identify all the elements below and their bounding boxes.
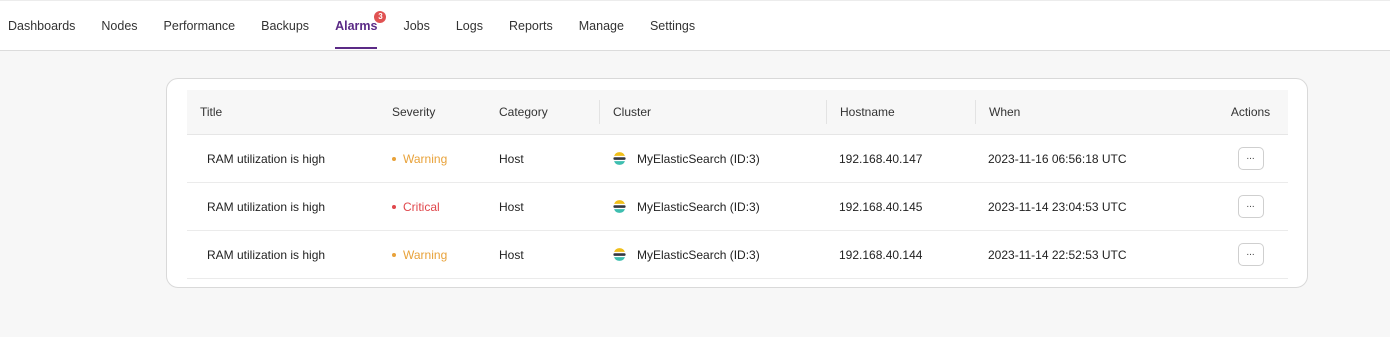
when-cell: 2023-11-16 06:56:18 UTC <box>988 151 1127 166</box>
table-row[interactable]: RAM utilization is high Critical Host My… <box>187 183 1288 231</box>
more-actions-button[interactable]: ... <box>1237 243 1264 266</box>
actions-cell: ... <box>1213 147 1288 170</box>
tab-logs[interactable]: Logs <box>456 1 483 51</box>
when-cell: 2023-11-14 23:04:53 UTC <box>988 199 1127 214</box>
tab-label: Jobs <box>403 19 430 33</box>
severity-label: Warning <box>403 247 448 262</box>
tab-label: Settings <box>649 19 696 33</box>
cluster-cell: MyElasticSearch (ID:3) <box>599 147 826 171</box>
cluster-name[interactable]: MyElasticSearch (ID:3) <box>637 200 760 214</box>
severity-dot-icon <box>392 156 396 161</box>
tab-label: Logs <box>455 19 483 33</box>
alarm-title: RAM utilization is high <box>207 247 326 262</box>
elasticsearch-icon <box>613 152 626 165</box>
header-when[interactable]: When <box>975 100 1213 124</box>
severity-dot-icon <box>392 252 396 257</box>
table-row[interactable]: RAM utilization is high Warning Host MyE… <box>187 231 1288 279</box>
tab-alarms[interactable]: Alarms 3 <box>335 1 387 51</box>
cluster-name[interactable]: MyElasticSearch (ID:3) <box>637 248 760 262</box>
header-hostname[interactable]: Hostname <box>826 100 975 124</box>
cluster-name[interactable]: MyElasticSearch (ID:3) <box>637 152 760 166</box>
alarms-card: Title Severity Category Cluster Hostname… <box>166 78 1308 288</box>
header-cluster[interactable]: Cluster <box>599 100 826 124</box>
when-cell: 2023-11-14 22:52:53 UTC <box>988 247 1127 262</box>
header-actions: Actions <box>1230 105 1271 119</box>
tab-manage[interactable]: Manage <box>579 1 624 51</box>
tab-label: Alarms <box>335 19 378 33</box>
cluster-cell: MyElasticSearch (ID:3) <box>599 243 826 267</box>
more-actions-button[interactable]: ... <box>1237 147 1264 170</box>
alarm-title: RAM utilization is high <box>207 199 326 214</box>
elasticsearch-icon <box>613 248 626 261</box>
severity-cell: Warning <box>392 152 499 166</box>
category-cell: Host <box>499 151 524 166</box>
tab-label: Manage <box>578 19 624 33</box>
tab-nodes[interactable]: Nodes <box>101 1 137 51</box>
nav-tabs: Dashboards Nodes Performance Backups Ala… <box>8 1 721 51</box>
tab-label: Backups <box>261 19 310 33</box>
severity-label: Critical <box>403 199 440 214</box>
header-title[interactable]: Title <box>187 105 392 119</box>
alarm-count-badge: 3 <box>374 11 387 23</box>
more-actions-button[interactable]: ... <box>1237 195 1264 218</box>
table-row[interactable]: RAM utilization is high Warning Host MyE… <box>187 135 1288 183</box>
cluster-cell: MyElasticSearch (ID:3) <box>599 195 826 219</box>
severity-dot-icon <box>392 204 396 209</box>
actions-cell: ... <box>1213 195 1288 218</box>
severity-label: Warning <box>403 151 448 166</box>
actions-cell: ... <box>1213 243 1288 266</box>
hostname-cell: 192.168.40.147 <box>839 151 923 166</box>
hostname-cell: 192.168.40.144 <box>839 247 923 262</box>
tab-label: Reports <box>508 19 553 33</box>
tab-backups[interactable]: Backups <box>261 1 309 51</box>
tab-label: Dashboards <box>8 19 76 33</box>
tab-label: Performance <box>163 19 236 33</box>
tab-performance[interactable]: Performance <box>164 1 236 51</box>
top-navigation: Dashboards Nodes Performance Backups Ala… <box>0 0 1390 51</box>
tab-reports[interactable]: Reports <box>509 1 553 51</box>
category-cell: Host <box>499 247 524 262</box>
severity-cell: Warning <box>392 248 499 262</box>
hostname-cell: 192.168.40.145 <box>839 199 923 214</box>
category-cell: Host <box>499 199 524 214</box>
tab-dashboards[interactable]: Dashboards <box>8 1 75 51</box>
tab-settings[interactable]: Settings <box>650 1 695 51</box>
table-header: Title Severity Category Cluster Hostname… <box>187 90 1288 135</box>
alarm-title: RAM utilization is high <box>207 151 326 166</box>
header-severity[interactable]: Severity <box>392 105 499 119</box>
header-category[interactable]: Category <box>499 105 599 119</box>
tab-label: Nodes <box>101 19 138 33</box>
tab-jobs[interactable]: Jobs <box>403 1 429 51</box>
severity-cell: Critical <box>392 200 499 214</box>
alarms-table: Title Severity Category Cluster Hostname… <box>187 90 1288 279</box>
elasticsearch-icon <box>613 200 626 213</box>
